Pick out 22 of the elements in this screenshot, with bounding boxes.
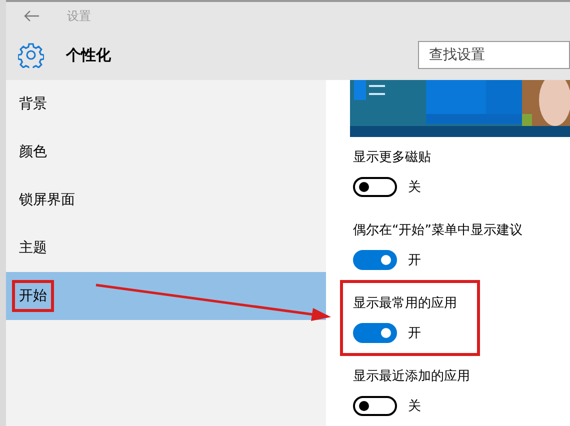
sidebar-item[interactable]: 主题 xyxy=(6,224,326,272)
sidebar-item[interactable]: 开始 xyxy=(6,272,326,320)
toggle-state-text: 开 xyxy=(408,325,421,342)
search-field[interactable]: 查找设置 xyxy=(418,41,570,69)
sidebar-item[interactable]: 颜色 xyxy=(6,128,326,176)
setting-label: 显示最近添加的应用 xyxy=(353,368,471,386)
setting-label: 偶尔在“开始”菜单中显示建议 xyxy=(353,222,522,240)
back-icon[interactable] xyxy=(24,10,40,22)
sidebar-item[interactable]: 锁屏界面 xyxy=(6,176,326,224)
toggle-switch[interactable] xyxy=(353,396,397,416)
toggle-switch[interactable] xyxy=(353,250,397,270)
toggle-state-text: 关 xyxy=(408,398,421,415)
toggle-switch[interactable] xyxy=(353,323,397,343)
window-title: 设置 xyxy=(67,8,91,24)
setting-label: 显示最常用的应用 xyxy=(353,295,458,313)
page-title: 个性化 xyxy=(66,46,111,64)
toggle-state-text: 开 xyxy=(408,252,421,269)
setting-label: 显示更多磁贴 xyxy=(353,149,432,167)
settings-icon xyxy=(18,42,44,68)
toggle-switch[interactable] xyxy=(353,177,397,197)
sidebar-item[interactable]: 背景 xyxy=(6,80,326,128)
toggle-state-text: 关 xyxy=(408,179,421,196)
